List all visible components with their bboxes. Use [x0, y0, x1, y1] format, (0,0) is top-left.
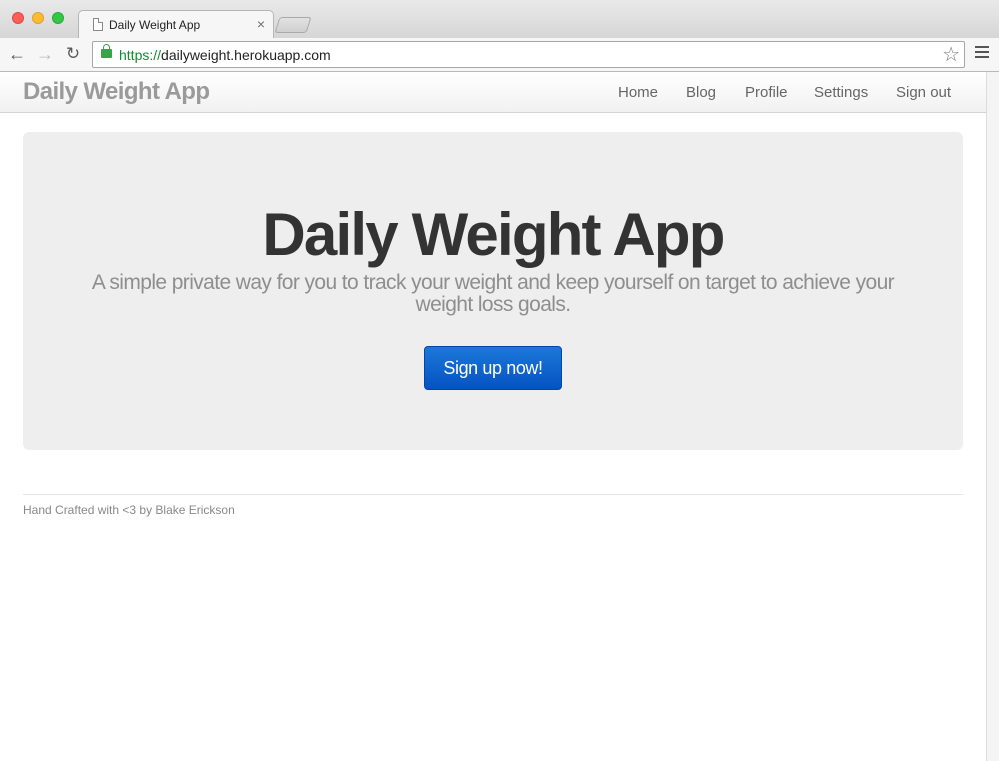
new-tab-button[interactable] — [274, 17, 312, 33]
nav-link-settings[interactable]: Settings — [814, 84, 868, 101]
hero-title: Daily Weight App — [262, 201, 725, 268]
close-window-button[interactable] — [12, 12, 24, 24]
tab-close-icon[interactable]: × — [257, 16, 265, 32]
url-host: dailyweight.herokuapp.com — [161, 47, 331, 63]
browser-toolbar: ← → ↻ https://dailyweight.herokuapp.com … — [0, 38, 999, 72]
nav-link-profile[interactable]: Profile — [745, 84, 788, 101]
browser-tab-strip: Daily Weight App × — [0, 0, 999, 39]
footer-credit: Hand Crafted with <3 by Blake Erickson — [23, 503, 235, 517]
lock-icon — [101, 44, 112, 58]
footer-divider — [23, 494, 963, 495]
tab-title: Daily Weight App — [109, 18, 201, 32]
back-arrow-icon[interactable]: ← — [6, 43, 28, 65]
document-icon — [93, 18, 103, 31]
hero-unit: Daily Weight App A simple private way fo… — [23, 132, 963, 450]
sign-up-button[interactable]: Sign up now! — [424, 346, 562, 390]
url-text[interactable]: https://dailyweight.herokuapp.com — [119, 47, 331, 63]
site-navbar: Daily Weight App Home Blog Profile Setti… — [0, 72, 986, 113]
scrollbar[interactable] — [987, 72, 999, 761]
hero-subtitle: A simple private way for you to track yo… — [91, 271, 895, 316]
star-icon[interactable]: ☆ — [942, 43, 960, 67]
brand-logo[interactable]: Daily Weight App — [23, 78, 210, 106]
url-scheme: https:// — [119, 47, 162, 63]
zoom-window-button[interactable] — [52, 12, 64, 24]
address-bar[interactable]: https://dailyweight.herokuapp.com ☆ — [92, 41, 965, 68]
nav-link-sign-out[interactable]: Sign out — [896, 84, 951, 101]
minimize-window-button[interactable] — [32, 12, 44, 24]
nav-link-home[interactable]: Home — [618, 84, 658, 101]
menu-icon[interactable] — [975, 46, 989, 60]
page-viewport: Daily Weight App Home Blog Profile Setti… — [0, 72, 987, 761]
forward-arrow-icon[interactable]: → — [34, 43, 56, 65]
reload-icon[interactable]: ↻ — [62, 43, 84, 65]
browser-tab[interactable]: Daily Weight App × — [78, 10, 274, 39]
nav-link-blog[interactable]: Blog — [686, 84, 716, 101]
